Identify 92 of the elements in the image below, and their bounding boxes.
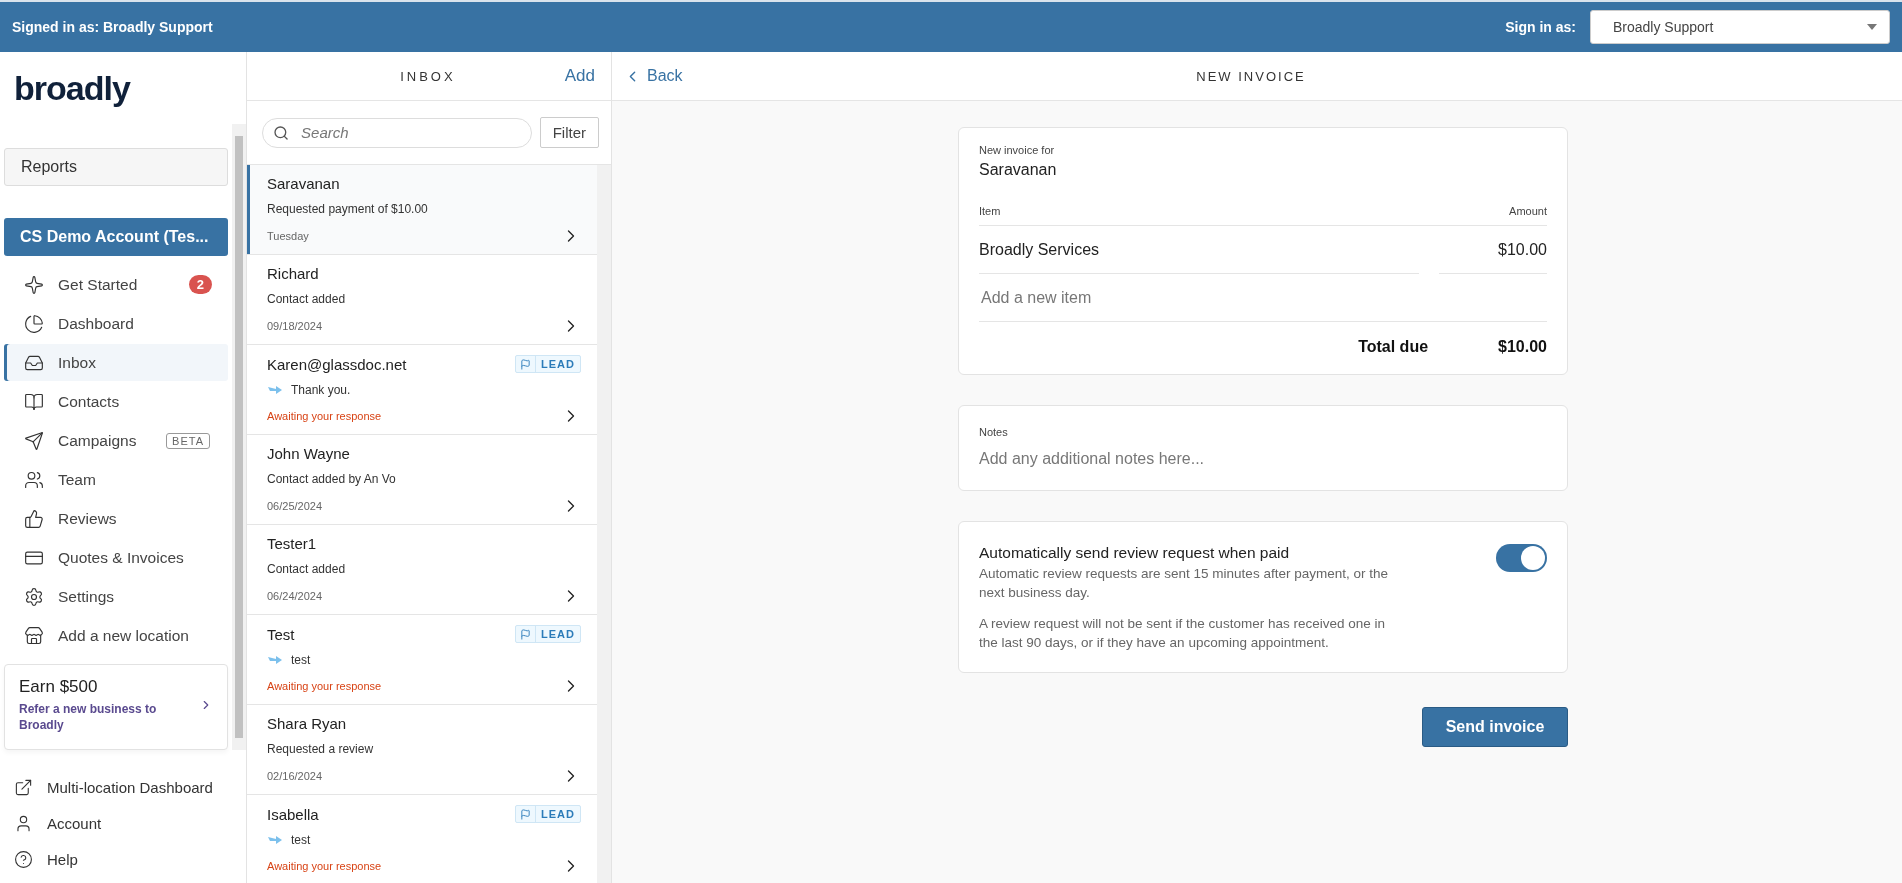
message-preview: Contact added — [267, 562, 346, 576]
reply-arrow-icon — [267, 384, 283, 395]
user-icon — [14, 813, 33, 833]
reports-button[interactable]: Reports — [4, 148, 228, 186]
nav-item[interactable]: Team — [4, 461, 228, 498]
sign-in-as-dropdown[interactable]: Broadly Support — [1590, 10, 1890, 44]
users-icon — [24, 469, 44, 490]
message-preview: Requested a review — [267, 742, 374, 756]
review-description: Automatic review requests are sent 15 minutes after payment, or the next business day. — [979, 565, 1389, 602]
promo-title: Earn $500 — [19, 677, 99, 697]
logo: broadly — [14, 68, 130, 108]
flag-icon — [520, 808, 532, 820]
scrollbar[interactable] — [597, 165, 611, 883]
contact-name: Shara Ryan — [267, 715, 347, 732]
notes-label: Notes — [979, 426, 1009, 438]
total-label: Total due — [1358, 338, 1429, 356]
lead-tag: LEAD — [515, 625, 581, 643]
contact-name: John Wayne — [267, 445, 350, 462]
status-text: Awaiting your response — [267, 860, 382, 872]
beta-tag: BETA — [166, 432, 210, 449]
referral-card[interactable]: Earn $500 Refer a new business to Broadly — [4, 664, 228, 750]
pie-chart-icon — [24, 313, 44, 334]
nav-item[interactable]: Campaigns BETA — [4, 422, 228, 459]
lead-tag: LEAD — [515, 805, 581, 823]
sign-in-as-label: Sign in as: — [1505, 19, 1576, 35]
page-title: NEW INVOICE — [1195, 68, 1307, 84]
nav-item[interactable]: Add a new location — [4, 617, 228, 654]
inbox-title: INBOX — [399, 68, 457, 84]
flag-icon — [520, 628, 532, 640]
nav-item[interactable]: Quotes & Invoices — [4, 539, 228, 576]
date-text: Tuesday — [267, 230, 309, 242]
nav-item[interactable]: Get Started 2 — [4, 266, 228, 303]
reply-arrow-icon — [267, 834, 283, 845]
status-text: Awaiting your response — [267, 680, 382, 692]
help-icon — [14, 849, 33, 869]
nav-item[interactable]: Reviews — [4, 500, 228, 537]
message-preview: Contact added by An Vo — [267, 472, 396, 486]
date-text: 02/16/2024 — [267, 770, 323, 782]
flag-icon — [520, 358, 532, 370]
nav-item[interactable]: Inbox — [4, 344, 228, 381]
add-link[interactable]: Add — [564, 66, 595, 86]
notes-field[interactable]: Notes Add any additional notes here... — [958, 405, 1568, 491]
signed-in-label: Signed in as: Broadly Support — [12, 19, 213, 35]
footer-link[interactable]: Account — [14, 805, 246, 841]
invoice-for-label: New invoice for — [979, 144, 1056, 156]
review-title: Automatically send review request when paid — [979, 544, 1291, 562]
review-note: A review request will not be sent if the customer has received one in the last 90 days, or if they have an upcoming appointment. — [979, 615, 1386, 652]
customer-name: Saravanan — [979, 161, 1058, 179]
reply-arrow-icon — [267, 654, 283, 665]
date-text: 09/18/2024 — [267, 320, 323, 332]
store-icon — [24, 625, 44, 646]
caret-icon — [1867, 24, 1877, 30]
back-link[interactable]: Back — [624, 67, 724, 85]
contact-name: Saravanan — [267, 175, 340, 192]
paper-plane-icon — [24, 430, 44, 451]
contact-name: Karen@glassdoc.net — [267, 355, 407, 373]
status-text: Awaiting your response — [267, 410, 382, 422]
count-badge: 2 — [188, 275, 212, 294]
contact-name: Test — [267, 625, 295, 643]
filter-button[interactable]: Filter — [539, 117, 599, 148]
lead-tag: LEAD — [515, 355, 581, 373]
account-button[interactable]: CS Demo Account (Tes... — [4, 218, 228, 256]
message-preview: test — [291, 832, 311, 847]
date-text: 06/25/2024 — [267, 500, 323, 512]
contact-name: Tester1 — [267, 535, 317, 552]
book-icon — [24, 391, 44, 412]
contact-name: Richard — [267, 265, 319, 282]
message-preview: Thank you. — [291, 382, 351, 397]
promo-text: Refer a new business to Broadly — [19, 701, 158, 733]
send-invoice-button[interactable]: Send invoice — [1422, 707, 1568, 747]
sparkle-icon — [24, 274, 44, 295]
date-text: 06/24/2024 — [267, 590, 323, 602]
contact-name: Isabella — [267, 805, 319, 823]
scrollbar[interactable] — [232, 124, 246, 750]
total-amount: $10.00 — [1498, 338, 1547, 356]
nav-item[interactable]: Contacts — [4, 383, 228, 420]
column-header: Amount — [1509, 205, 1547, 217]
message-preview: Requested payment of $10.00 — [267, 202, 428, 216]
review-toggle[interactable] — [1496, 544, 1547, 572]
search-icon — [273, 123, 290, 142]
nav-item[interactable]: Settings — [4, 578, 228, 615]
message-preview: Contact added — [267, 292, 346, 306]
footer-link[interactable]: Help — [14, 841, 246, 877]
message-preview: test — [291, 652, 311, 667]
nav-item[interactable]: Dashboard — [4, 305, 228, 342]
footer-link[interactable]: Multi-location Dashboard — [14, 769, 246, 805]
external-link-icon — [14, 777, 33, 797]
column-header: Item — [979, 205, 1001, 217]
settings-icon — [24, 586, 44, 607]
conversation-item[interactable]: Saravanan Requested payment of $10.00 Tuesday — [247, 165, 597, 255]
search-input[interactable]: Search — [299, 123, 521, 142]
thumbs-up-icon — [24, 508, 44, 529]
